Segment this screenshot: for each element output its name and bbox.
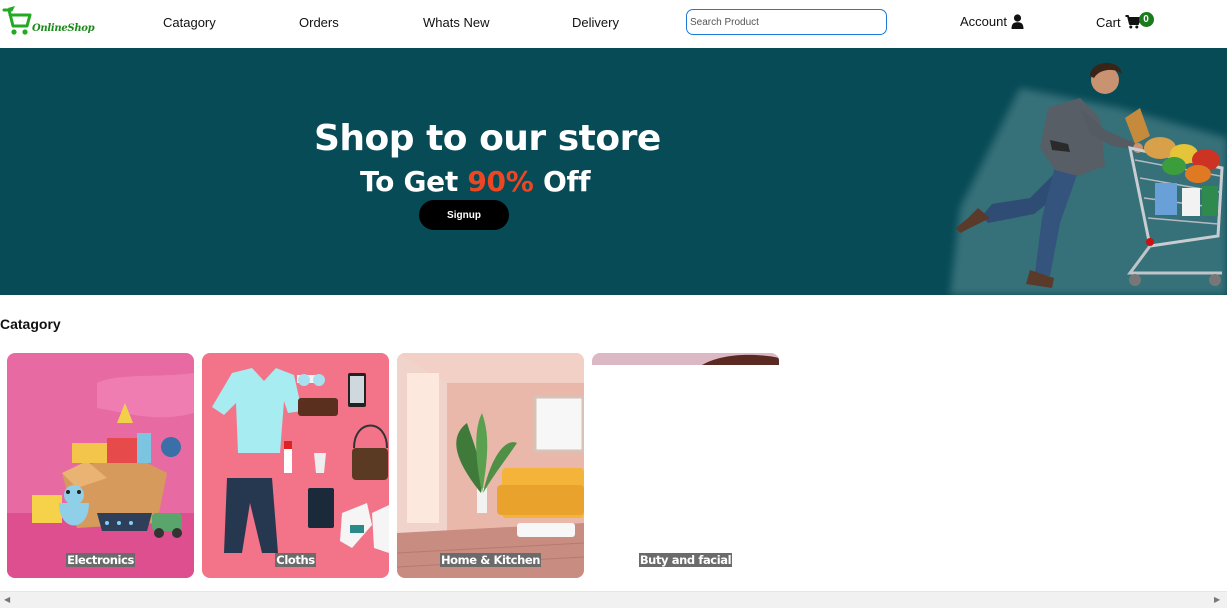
hero-banner: Shop to our store To Get 90% Off Signup xyxy=(0,48,1227,295)
search-input[interactable] xyxy=(686,9,887,35)
beauty-facial-image xyxy=(592,353,779,578)
category-label-electronics: Electronics xyxy=(66,553,135,567)
top-navbar: OnlineShop Catagory Orders Whats New Del… xyxy=(0,0,1227,48)
hero-subtitle-suffix: Off xyxy=(533,165,591,198)
hero-title: Shop to our store xyxy=(314,118,661,159)
cart-icon xyxy=(1125,14,1140,28)
hero-subtitle-prefix: To Get xyxy=(360,165,468,198)
category-label-cloths: Cloths xyxy=(275,553,316,567)
electronics-illustration xyxy=(7,353,194,578)
hero-discount: 90% xyxy=(467,165,534,198)
brand-logo[interactable]: OnlineShop xyxy=(2,6,95,38)
nav-link-whats-new[interactable]: Whats New xyxy=(423,15,489,30)
scroll-left-arrow-icon[interactable]: ◀ xyxy=(4,595,10,604)
cart-count-badge: 0 xyxy=(1138,11,1154,27)
category-label-home-kitchen: Home & Kitchen xyxy=(439,553,542,567)
category-section-title: Catagory xyxy=(0,316,61,332)
signup-button[interactable]: Signup xyxy=(419,200,509,230)
account-label: Account xyxy=(960,14,1007,29)
brand-name: OnlineShop xyxy=(32,23,95,34)
scroll-right-arrow-icon[interactable]: ▶ xyxy=(1214,595,1220,604)
nav-link-delivery[interactable]: Delivery xyxy=(572,15,619,30)
hero-subtitle: To Get 90% Off xyxy=(360,165,591,198)
cart-link[interactable]: Cart 0 xyxy=(1096,11,1154,30)
category-label-buty-facial: Buty and facial xyxy=(638,553,733,567)
nav-link-catagory[interactable]: Catagory xyxy=(163,15,216,30)
home-kitchen-illustration xyxy=(397,353,584,578)
user-icon xyxy=(1011,14,1024,29)
category-card-electronics[interactable]: Electronics xyxy=(7,353,194,578)
nav-link-orders[interactable]: Orders xyxy=(299,15,339,30)
cloths-illustration xyxy=(202,353,389,578)
account-link[interactable]: Account xyxy=(960,14,1024,29)
category-card-cloths[interactable]: Cloths xyxy=(202,353,389,578)
cart-label: Cart xyxy=(1096,15,1121,30)
category-card-home-kitchen[interactable]: Home & Kitchen xyxy=(397,353,584,578)
category-card-buty-facial[interactable]: Buty and facial xyxy=(592,353,779,578)
shopper-with-cart-image xyxy=(950,62,1227,295)
horizontal-scrollbar[interactable]: ◀ ▶ xyxy=(0,591,1227,608)
shopping-cart-icon xyxy=(2,6,32,35)
